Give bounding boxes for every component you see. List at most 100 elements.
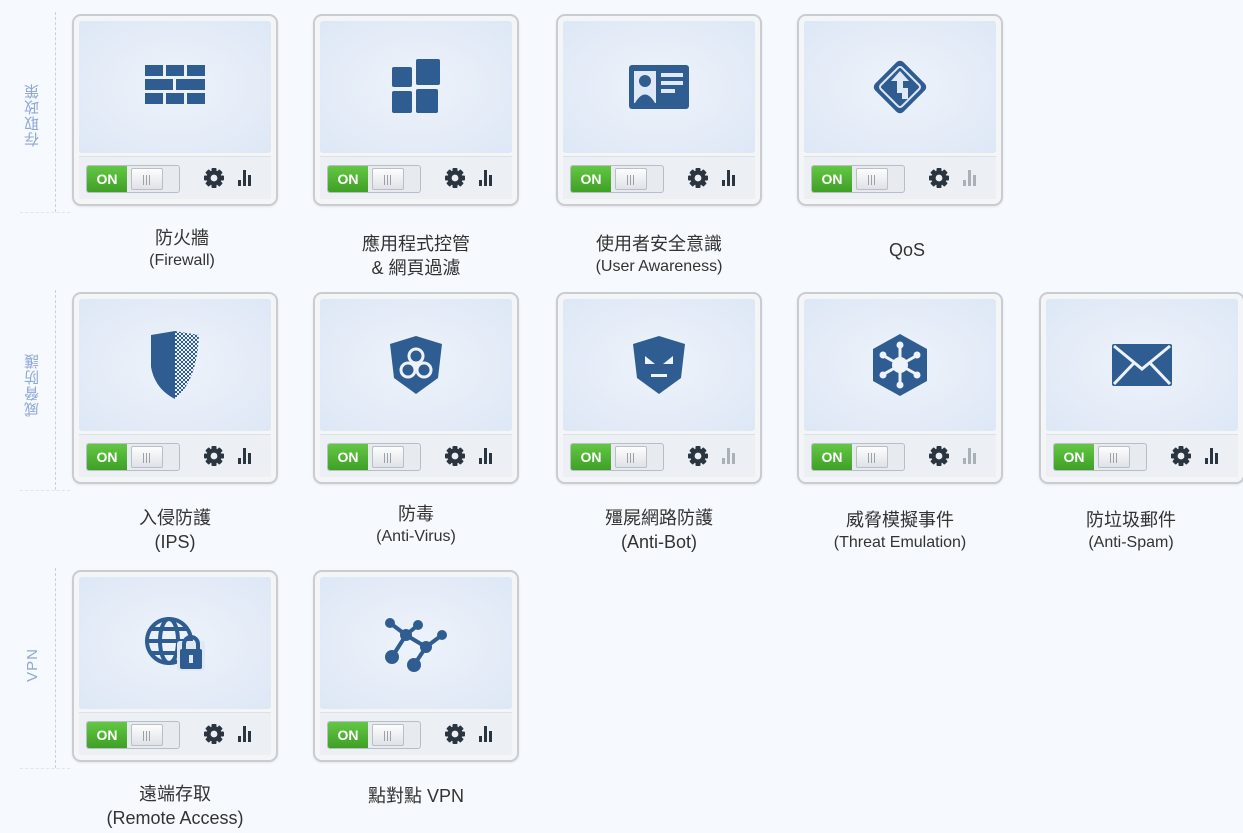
blade-subtitle: (User Awareness) [595,258,723,275]
app-control-toggle[interactable]: ON [327,165,421,193]
section-divider [55,568,56,768]
toggle-on-label: ON [328,444,368,470]
blade-card-app-control[interactable]: ON [313,14,519,206]
gear-icon[interactable] [203,723,225,745]
gear-icon[interactable] [203,167,225,189]
card-art [79,21,271,153]
bar-chart-icon[interactable] [237,446,255,464]
card-toolbar: ON [320,156,512,199]
blade-card-anti-virus[interactable]: ON [313,292,519,484]
blade-title: 防毒 [398,504,434,524]
anti-bot-toggle[interactable]: ON [570,443,664,471]
toggle-on-label: ON [87,166,127,192]
blade-card-qos[interactable]: ON [797,14,1003,206]
section-divider [55,12,56,212]
card-toolbar: ON [320,434,512,477]
toggle-on-label: ON [812,444,852,470]
bar-chart-icon[interactable] [721,446,739,464]
bar-chart-icon[interactable] [962,168,980,186]
brick-wall-icon [145,65,205,104]
blade-title: 遠端存取 [139,784,211,804]
blade-title: 防火牆 [155,228,209,248]
section-label-threat-prevention: 威脅防護 [23,353,41,417]
blade-title: 防垃圾郵件 [1086,510,1176,530]
blade-card-firewall[interactable]: ON [72,14,278,206]
toggle-on-label: ON [87,444,127,470]
bar-chart-icon[interactable] [478,446,496,464]
gear-icon[interactable] [444,723,466,745]
toggle-knob[interactable] [372,446,404,468]
bar-chart-icon[interactable] [237,168,255,186]
card-toolbar: ON [79,434,271,477]
bar-chart-icon[interactable] [962,446,980,464]
user-awareness-toggle[interactable]: ON [570,165,664,193]
toggle-knob[interactable] [615,168,647,190]
section-divider [55,290,56,490]
p2p-vpn-toggle[interactable]: ON [327,721,421,749]
blade-caption-ips: 入侵防護 (IPS) [65,506,285,554]
threat-emulation-toggle[interactable]: ON [811,443,905,471]
card-art [804,21,996,153]
gear-icon[interactable] [444,167,466,189]
toggle-on-label: ON [571,444,611,470]
toggle-knob[interactable] [1098,446,1130,468]
toggle-on-label: ON [87,722,127,748]
blade-title: 威脅模擬事件 [846,510,954,530]
blade-subtitle: (Anti-Bot) [620,532,698,552]
toggle-knob[interactable] [615,446,647,468]
bar-chart-icon[interactable] [237,724,255,742]
gear-icon[interactable] [687,167,709,189]
card-toolbar: ON [804,156,996,199]
card-toolbar: ON [563,156,755,199]
gear-icon[interactable] [1170,445,1192,467]
toggle-knob[interactable] [131,168,163,190]
card-art [320,299,512,431]
bar-chart-icon[interactable] [478,168,496,186]
gear-icon[interactable] [928,445,950,467]
section-separator [20,490,70,491]
blade-subtitle: & 網頁過濾 [371,258,461,278]
gear-icon[interactable] [203,445,225,467]
gear-icon[interactable] [928,167,950,189]
blade-card-threat-emulation[interactable]: ON [797,292,1003,484]
bot-shield-icon [633,336,685,394]
gear-icon[interactable] [687,445,709,467]
blade-card-user-awareness[interactable]: ON [556,14,762,206]
toggle-knob[interactable] [372,168,404,190]
blade-caption-remote-access: 遠端存取 (Remote Access) [65,782,285,830]
toggle-on-label: ON [812,166,852,192]
toggle-on-label: ON [571,166,611,192]
blade-card-ips[interactable]: ON [72,292,278,484]
id-card-icon [629,65,689,109]
toggle-knob[interactable] [131,724,163,746]
toggle-knob[interactable] [372,724,404,746]
ips-toggle[interactable]: ON [86,443,180,471]
blade-subtitle: (Firewall) [149,252,215,269]
blocks-icon [392,59,440,113]
blade-caption-user-awareness: 使用者安全意識 (User Awareness) [549,232,769,278]
bar-chart-icon[interactable] [721,168,739,186]
blade-caption-anti-bot: 殭屍網路防護 (Anti-Bot) [549,506,769,554]
card-art [320,577,512,709]
blade-card-anti-spam[interactable]: ON [1039,292,1243,484]
card-toolbar: ON [79,156,271,199]
card-art [320,21,512,153]
card-art [79,577,271,709]
anti-virus-toggle[interactable]: ON [327,443,421,471]
shield-icon [151,331,199,399]
qos-toggle[interactable]: ON [811,165,905,193]
card-toolbar: ON [79,712,271,755]
gear-icon[interactable] [444,445,466,467]
blade-card-p2p-vpn[interactable]: ON [313,570,519,762]
blade-subtitle: (Anti-Virus) [376,528,456,545]
blade-card-remote-access[interactable]: ON [72,570,278,762]
blade-card-anti-bot[interactable]: ON [556,292,762,484]
firewall-toggle[interactable]: ON [86,165,180,193]
toggle-knob[interactable] [131,446,163,468]
remote-access-toggle[interactable]: ON [86,721,180,749]
anti-spam-toggle[interactable]: ON [1053,443,1147,471]
bar-chart-icon[interactable] [1204,446,1222,464]
toggle-knob[interactable] [856,446,888,468]
toggle-knob[interactable] [856,168,888,190]
bar-chart-icon[interactable] [478,724,496,742]
